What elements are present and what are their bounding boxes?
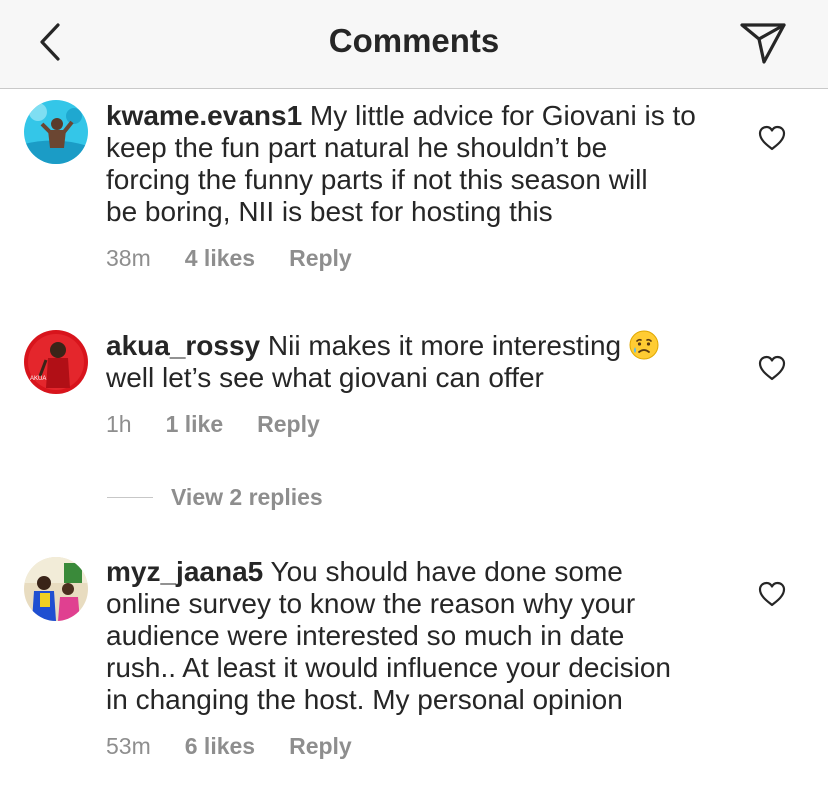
comment-meta: 53m 6 likes Reply (106, 733, 352, 760)
comment-text: akua_rossy Nii makes it more interesting… (106, 330, 716, 394)
comment-time: 1h (106, 411, 132, 437)
reply-button[interactable]: Reply (289, 733, 352, 760)
heart-icon[interactable] (757, 124, 787, 152)
view-replies-button[interactable]: View 2 replies (107, 484, 323, 511)
comment-time: 38m (106, 245, 151, 271)
heart-icon[interactable] (757, 354, 787, 382)
share-button[interactable] (738, 20, 788, 66)
comment-meta: 38m 4 likes Reply (106, 245, 352, 272)
comment-time: 53m (106, 733, 151, 759)
comment-username[interactable]: kwame.evans1 (106, 100, 302, 131)
comment-text: kwame.evans1 My little advice for Giovan… (106, 100, 716, 228)
comment-content-continued: well let’s see what giovani can offer (106, 362, 544, 393)
sad-but-relieved-face-emoji (629, 330, 659, 360)
reply-button[interactable]: Reply (289, 245, 352, 272)
comment-username[interactable]: akua_rossy (106, 330, 260, 361)
paper-plane-icon (740, 23, 786, 64)
likes-count[interactable]: 4 likes (185, 245, 255, 272)
svg-text:AKUA: AKUA (30, 376, 46, 382)
replies-divider (107, 497, 153, 498)
avatar[interactable] (24, 557, 88, 621)
likes-count[interactable]: 1 like (166, 411, 224, 438)
likes-count[interactable]: 6 likes (185, 733, 255, 760)
comment-meta: 1h 1 like Reply (106, 411, 320, 438)
avatar[interactable] (24, 100, 88, 164)
comments-header: Comments (0, 0, 828, 89)
heart-icon[interactable] (757, 580, 787, 608)
view-replies-label: View 2 replies (171, 484, 323, 510)
avatar[interactable]: AKUA (24, 330, 88, 394)
comment-text: myz_jaana5 You should have done some onl… (106, 556, 716, 716)
comment-username[interactable]: myz_jaana5 (106, 556, 263, 587)
comment-content: Nii makes it more interesting (260, 330, 629, 361)
reply-button[interactable]: Reply (257, 411, 320, 438)
page-title: Comments (328, 22, 500, 59)
